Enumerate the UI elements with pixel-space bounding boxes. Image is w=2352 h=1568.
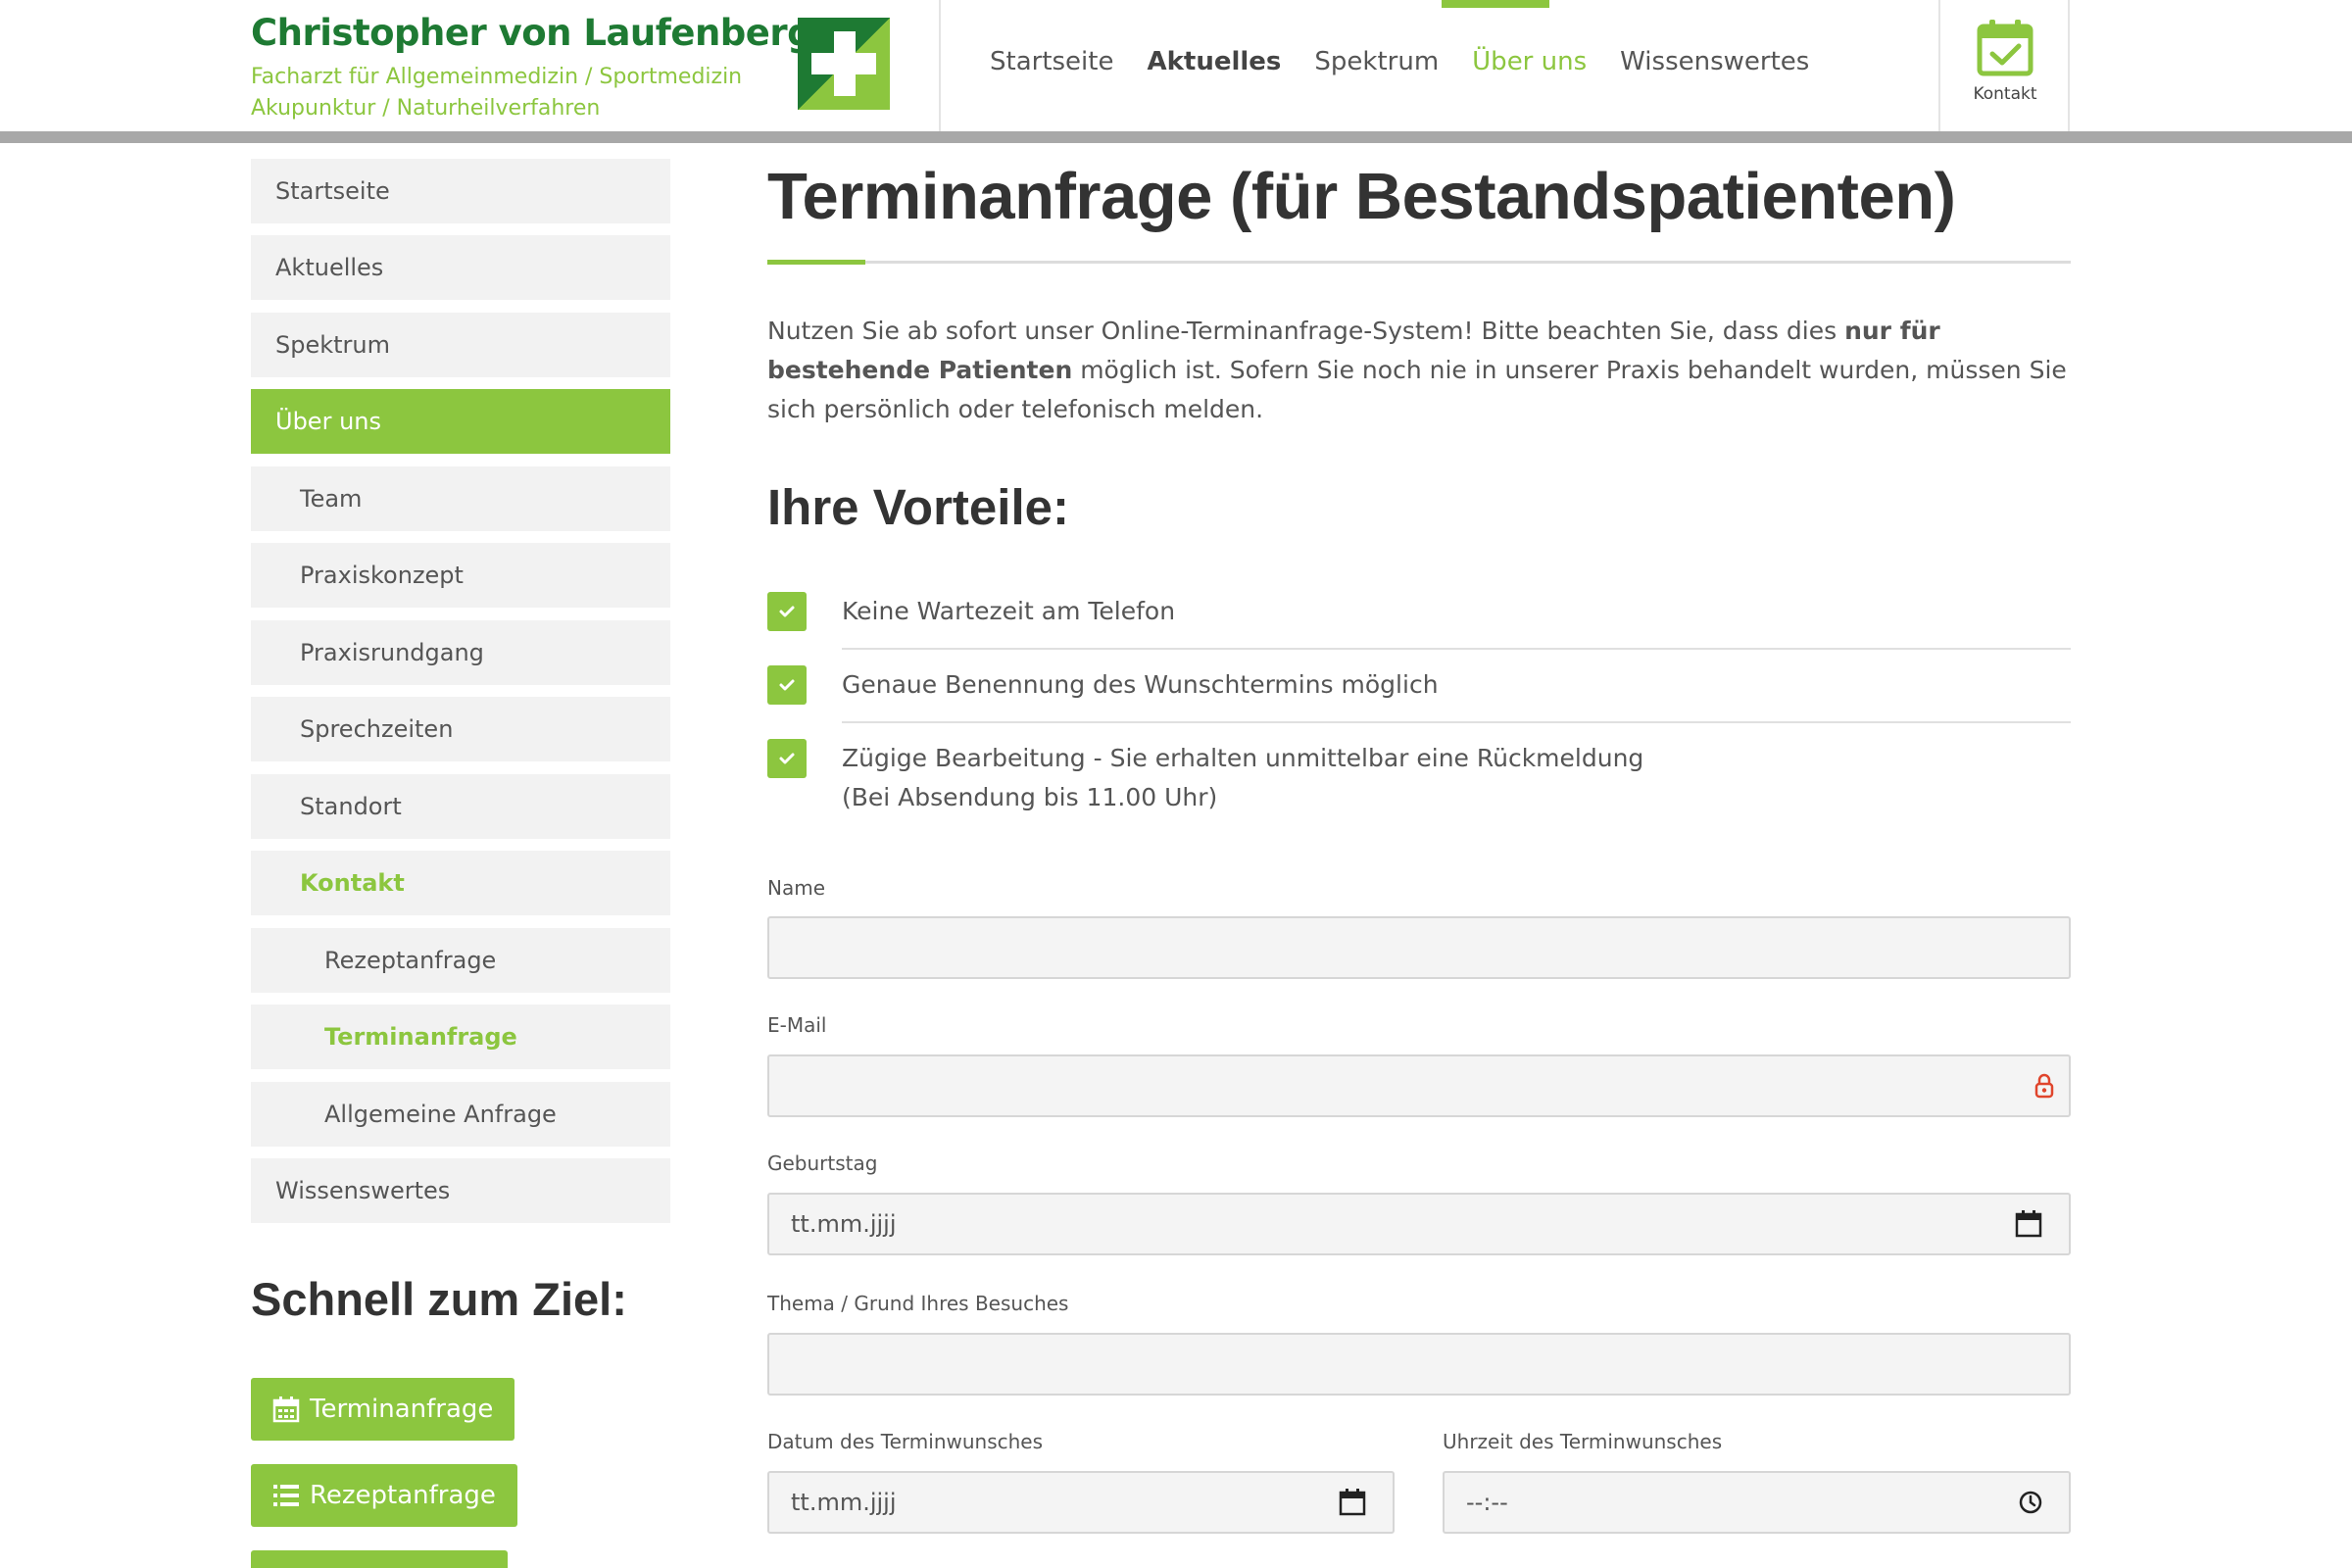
- email-input[interactable]: [769, 1056, 2069, 1115]
- advantage-text: Keine Wartezeit am Telefon: [842, 597, 1176, 625]
- date-field-wrap: [767, 1471, 1395, 1534]
- intro-text: Nutzen Sie ab sofort unser Online-Termin…: [767, 317, 2067, 423]
- calendar-check-icon: [1977, 20, 2034, 76]
- calendar-icon: [272, 1396, 300, 1423]
- advantage-divider: [842, 648, 2071, 650]
- sidebar-item-aktuelles[interactable]: Aktuelles: [251, 235, 670, 300]
- calendar-picker-icon[interactable]: [2014, 1209, 2043, 1239]
- page-title: Terminanfrage (für Bestandspatienten): [767, 160, 1956, 233]
- brand-subtitle-1: Facharzt für Allgemeinmedizin / Sportmed…: [251, 65, 743, 89]
- active-nav-marker: [1442, 0, 1549, 8]
- sidebar-item-praxisrundgang[interactable]: Praxisrundgang: [251, 620, 670, 685]
- brand-name[interactable]: Christopher von Laufenberg: [251, 12, 813, 54]
- topic-field-wrap: [767, 1333, 2071, 1396]
- quick-terminanfrage-button[interactable]: Terminanfrage: [251, 1378, 515, 1441]
- list-icon: [273, 1485, 299, 1506]
- header-bottom-bar: [0, 131, 2352, 143]
- calendar-picker-icon[interactable]: [1338, 1488, 1367, 1517]
- nav-ueber-uns[interactable]: Über uns: [1472, 47, 1587, 86]
- check-icon: [767, 739, 807, 778]
- sidebar-item-allgemeine-anfrage[interactable]: Allgemeine Anfrage: [251, 1082, 670, 1147]
- sidebar-item-standort[interactable]: Standort: [251, 774, 670, 839]
- name-label: Name: [767, 876, 826, 900]
- time-input[interactable]: [1445, 1473, 2069, 1532]
- title-accent: [767, 260, 865, 265]
- sidebar-item-spektrum[interactable]: Spektrum: [251, 313, 670, 377]
- contact-label: Kontakt: [1973, 84, 2037, 104]
- advantages-title: Ihre Vorteile:: [767, 479, 1069, 535]
- nav-aktuelles[interactable]: Aktuelles: [1147, 47, 1281, 86]
- advantage-text: Genaue Benennung des Wunschtermins mögli…: [842, 670, 1439, 699]
- logo-cross-icon[interactable]: [798, 18, 890, 110]
- date-input[interactable]: [769, 1473, 1393, 1532]
- sidebar-item-ueber-uns[interactable]: Über uns: [251, 389, 670, 454]
- header-divider: [2068, 0, 2070, 131]
- sidebar-item-terminanfrage[interactable]: Terminanfrage: [251, 1004, 670, 1069]
- sidebar-item-kontakt[interactable]: Kontakt: [251, 851, 670, 915]
- title-rule: [767, 261, 2071, 264]
- nav-spektrum[interactable]: Spektrum: [1314, 47, 1439, 86]
- sidebar-item-wissenswertes[interactable]: Wissenswertes: [251, 1158, 670, 1223]
- advantage-text: Zügige Bearbeitung - Sie erhalten unmitt…: [842, 744, 1644, 772]
- birthday-field-wrap: [767, 1193, 2071, 1255]
- brand-subtitle-2: Akupunktur / Naturheilverfahren: [251, 96, 601, 121]
- advantage-subtext: (Bei Absendung bis 11.00 Uhr): [842, 783, 1218, 811]
- birthday-label: Geburtstag: [767, 1152, 878, 1175]
- topic-input[interactable]: [769, 1335, 2069, 1394]
- main-nav: Startseite Aktuelles Spektrum Über uns W…: [990, 47, 1809, 86]
- quick-links-title: Schnell zum Ziel:: [251, 1273, 627, 1325]
- time-label: Uhrzeit des Terminwunsches: [1443, 1430, 1723, 1453]
- name-field-wrap: [767, 916, 2071, 979]
- sidebar-item-rezeptanfrage[interactable]: Rezeptanfrage: [251, 928, 670, 993]
- topic-label: Thema / Grund Ihres Besuches: [767, 1292, 1069, 1315]
- date-label: Datum des Terminwunsches: [767, 1430, 1044, 1453]
- name-input[interactable]: [769, 918, 2069, 977]
- quick-more-button[interactable]: [251, 1550, 508, 1568]
- sidebar-item-sprechzeiten[interactable]: Sprechzeiten: [251, 697, 670, 761]
- sidebar-item-team[interactable]: Team: [251, 466, 670, 531]
- check-icon: [767, 665, 807, 705]
- sidebar-item-startseite[interactable]: Startseite: [251, 159, 670, 223]
- advantage-divider: [842, 721, 2071, 723]
- birthday-input[interactable]: [769, 1195, 2069, 1253]
- quick-terminanfrage-label: Terminanfrage: [310, 1395, 494, 1424]
- quick-rezeptanfrage-button[interactable]: Rezeptanfrage: [251, 1464, 517, 1527]
- quick-rezeptanfrage-label: Rezeptanfrage: [310, 1481, 496, 1510]
- header-divider: [939, 0, 941, 131]
- nav-startseite[interactable]: Startseite: [990, 47, 1113, 86]
- password-manager-icon[interactable]: [2034, 1072, 2055, 1100]
- site-header: Christopher von Laufenberg Facharzt für …: [0, 0, 2352, 131]
- check-icon: [767, 592, 807, 631]
- nav-wissenswertes[interactable]: Wissenswertes: [1620, 47, 1809, 86]
- clock-icon[interactable]: [2018, 1490, 2043, 1515]
- sidebar-item-praxiskonzept[interactable]: Praxiskonzept: [251, 543, 670, 608]
- email-field-wrap: [767, 1054, 2071, 1117]
- time-field-wrap: [1443, 1471, 2071, 1534]
- contact-button[interactable]: Kontakt: [1940, 0, 2070, 131]
- email-label: E-Mail: [767, 1013, 827, 1037]
